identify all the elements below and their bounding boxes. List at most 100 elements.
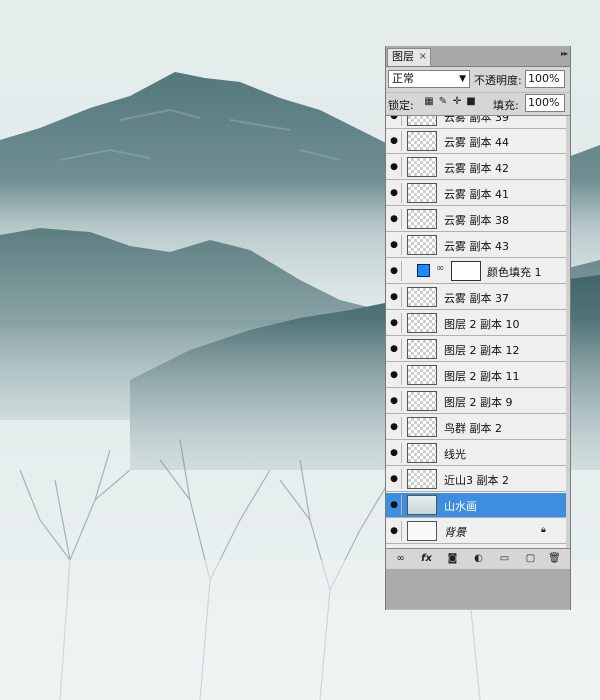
layer-name: 云雾 副本 43	[444, 240, 509, 253]
layer-row-selected[interactable]: ● 山水画	[386, 493, 566, 518]
tab-layers[interactable]: 图层 ×	[387, 48, 431, 66]
opacity-input[interactable]: 100%	[525, 70, 565, 88]
layer-thumbnail	[407, 495, 437, 515]
layer-row[interactable]: ● 云雾 副本 39	[386, 116, 566, 129]
layer-name: 图层 2 副本 9	[444, 396, 513, 409]
layer-thumbnail	[407, 339, 437, 359]
eye-icon[interactable]: ●	[387, 131, 402, 151]
layer-row[interactable]: ● 云雾 副本 37	[386, 285, 566, 310]
layer-thumbnail	[407, 443, 437, 463]
layer-row[interactable]: ● 图层 2 副本 12	[386, 337, 566, 362]
eye-icon[interactable]: ●	[387, 313, 402, 333]
layer-row[interactable]: ● 近山3 副本 2	[386, 467, 566, 492]
new-group-icon[interactable]: ▭	[498, 552, 511, 565]
fill-label: 填充:	[493, 99, 519, 112]
layer-name: 云雾 副本 38	[444, 214, 509, 227]
layer-thumbnail	[407, 183, 437, 203]
new-layer-icon[interactable]: ▢	[524, 552, 537, 565]
layer-row[interactable]: ● 云雾 副本 41	[386, 181, 566, 206]
eye-icon[interactable]: ●	[387, 209, 402, 229]
layer-thumbnail	[407, 365, 437, 385]
layer-name: 云雾 副本 42	[444, 162, 509, 175]
layer-thumbnail	[407, 116, 437, 126]
eye-icon[interactable]: ●	[387, 521, 402, 541]
layer-name: 云雾 副本 44	[444, 136, 509, 149]
layer-row[interactable]: ● 云雾 副本 44	[386, 129, 566, 154]
layer-name: 图层 2 副本 10	[444, 318, 520, 331]
layer-row[interactable]: ● 图层 2 副本 9	[386, 389, 566, 414]
color-fill-swatch[interactable]	[417, 264, 430, 277]
layer-row[interactable]: ● 线光	[386, 441, 566, 466]
layer-name: 山水画	[444, 500, 477, 513]
scrollbar[interactable]	[566, 116, 570, 548]
layer-list: ● 云雾 副本 39 ● 云雾 副本 44 ● 云雾 副本 42 ● 云雾 副本…	[386, 116, 566, 548]
eye-icon[interactable]: ●	[387, 116, 402, 126]
panel-tab-bar: 图层 × ▸▸	[386, 46, 570, 67]
layers-panel: 图层 × ▸▸ 正常 ▼ 不透明度: 100% 锁定: ▦ ✎ ✛ ■ 填充: …	[385, 46, 571, 610]
layer-mask-thumbnail	[451, 261, 481, 281]
lock-transparency-icon[interactable]: ▦	[423, 96, 435, 108]
layer-thumbnail	[407, 469, 437, 489]
eye-icon[interactable]: ●	[387, 261, 402, 281]
opacity-label: 不透明度:	[474, 74, 522, 87]
layer-thumbnail	[407, 521, 437, 541]
layer-name: 云雾 副本 39	[444, 116, 509, 124]
lock-label: 锁定:	[388, 99, 414, 112]
layer-name: 颜色填充 1	[487, 266, 542, 279]
layer-thumbnail	[407, 313, 437, 333]
layer-name: 背景	[444, 526, 466, 539]
eye-icon[interactable]: ●	[387, 443, 402, 463]
fill-input[interactable]: 100%	[525, 94, 565, 112]
eye-icon[interactable]: ●	[387, 287, 402, 307]
layer-name: 云雾 副本 41	[444, 188, 509, 201]
lock-icon: 🔒︎	[541, 525, 546, 535]
add-mask-icon[interactable]: ◙	[446, 552, 459, 565]
opacity-value: 100%	[528, 72, 560, 85]
blend-mode-value: 正常	[392, 72, 414, 85]
layer-name: 近山3 副本 2	[444, 474, 509, 487]
blend-opacity-row: 正常 ▼ 不透明度: 100%	[386, 67, 570, 92]
layer-row[interactable]: ● 云雾 副本 42	[386, 155, 566, 180]
blend-mode-select[interactable]: 正常 ▼	[388, 70, 470, 88]
layer-name: 图层 2 副本 12	[444, 344, 520, 357]
eye-icon[interactable]: ●	[387, 235, 402, 255]
eye-icon[interactable]: ●	[387, 365, 402, 385]
trash-icon[interactable]: 🗑︎	[548, 552, 561, 565]
layer-row[interactable]: ● 图层 2 副本 10	[386, 311, 566, 336]
eye-icon[interactable]: ●	[387, 157, 402, 177]
lock-pixels-icon[interactable]: ✎	[437, 96, 449, 108]
layer-row-background[interactable]: ● 背景 🔒︎	[386, 519, 566, 544]
panel-bottom-toolbar: ∞ fx ◙ ◐ ▭ ▢ 🗑︎	[386, 548, 570, 569]
layer-thumbnail	[407, 235, 437, 255]
link-chain-icon[interactable]: ∞	[436, 263, 444, 274]
eye-icon[interactable]: ●	[387, 417, 402, 437]
eye-icon[interactable]: ●	[387, 495, 402, 515]
layer-row[interactable]: ● 云雾 副本 43	[386, 233, 566, 258]
layer-row[interactable]: ● 图层 2 副本 11	[386, 363, 566, 388]
lock-position-icon[interactable]: ✛	[451, 96, 463, 108]
eye-icon[interactable]: ●	[387, 183, 402, 203]
chevron-down-icon: ▼	[459, 74, 466, 84]
panel-empty-area	[386, 569, 570, 609]
layer-thumbnail	[407, 131, 437, 151]
layer-row[interactable]: ● 云雾 副本 38	[386, 207, 566, 232]
panel-menu-icon[interactable]: ▸▸	[561, 49, 568, 58]
fill-value: 100%	[528, 96, 560, 109]
adjustment-layer-icon[interactable]: ◐	[472, 552, 485, 565]
fx-icon[interactable]: fx	[420, 552, 433, 565]
lock-all-icon[interactable]: ■	[465, 96, 477, 108]
layer-thumbnail	[407, 417, 437, 437]
layer-name: 线光	[444, 448, 466, 461]
eye-icon[interactable]: ●	[387, 469, 402, 489]
layer-row-fill[interactable]: ● ∞ 颜色填充 1	[386, 259, 566, 284]
layer-row[interactable]: ● 鸟群 副本 2	[386, 415, 566, 440]
lock-fill-row: 锁定: ▦ ✎ ✛ ■ 填充: 100%	[386, 93, 570, 116]
layer-thumbnail	[407, 287, 437, 307]
layer-thumbnail	[407, 391, 437, 411]
close-icon[interactable]: ×	[419, 49, 427, 65]
layer-thumbnail	[407, 209, 437, 229]
layer-name: 鸟群 副本 2	[444, 422, 502, 435]
eye-icon[interactable]: ●	[387, 391, 402, 411]
eye-icon[interactable]: ●	[387, 339, 402, 359]
link-layers-icon[interactable]: ∞	[394, 552, 407, 565]
